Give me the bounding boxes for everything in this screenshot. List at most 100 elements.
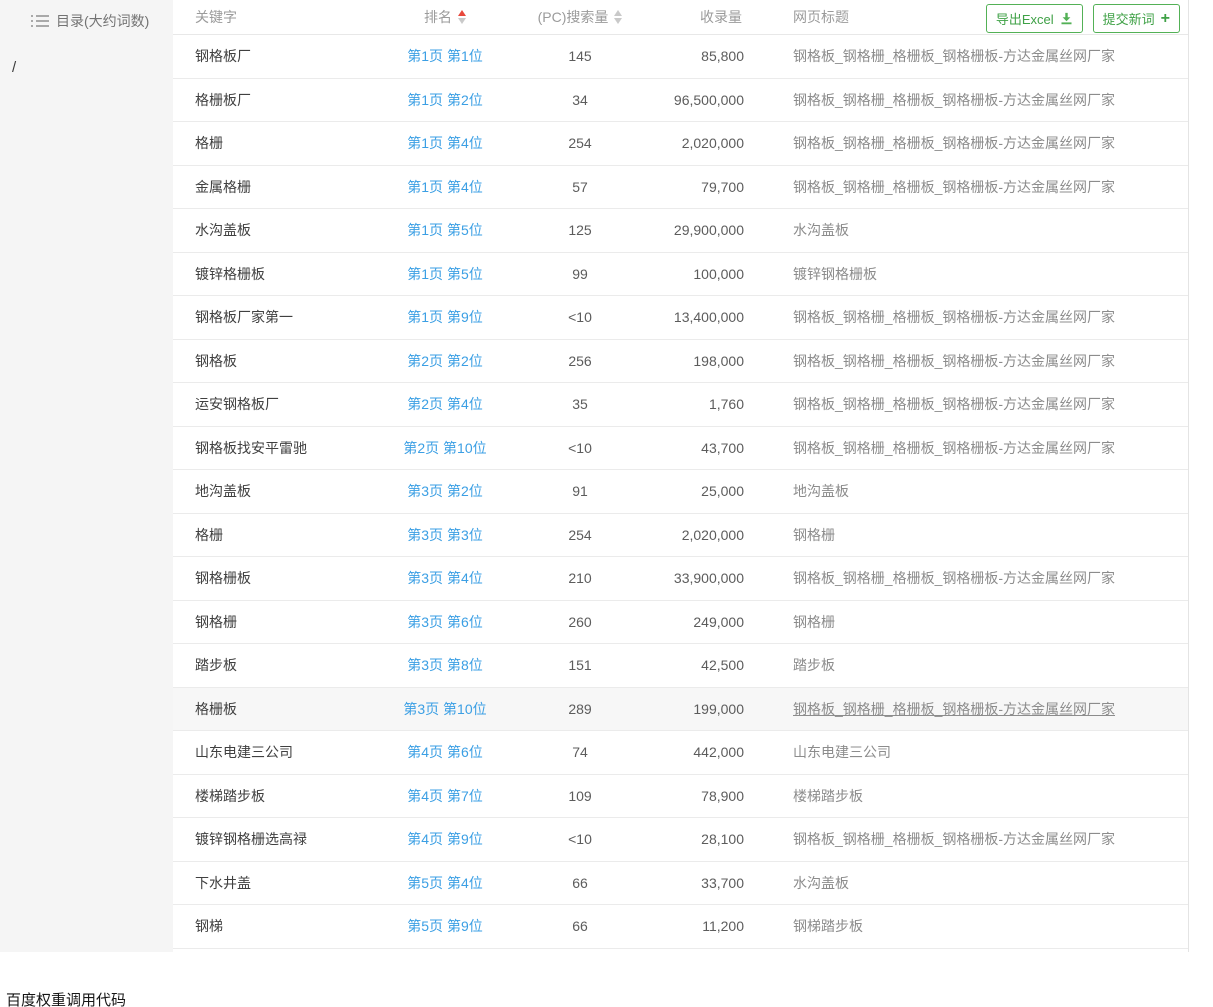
rank-link[interactable]: 第3页 第3位 [385, 525, 505, 545]
rank-link[interactable]: 第1页 第1位 [385, 46, 505, 66]
table-row: 地沟盖板第3页 第2位9125,000地沟盖板 [173, 470, 1188, 514]
rank-link[interactable]: 第1页 第5位 [385, 220, 505, 240]
index-count-cell: 199,000 [655, 701, 750, 717]
rank-link[interactable]: 第1页 第4位 [385, 133, 505, 153]
index-count-cell: 78,900 [655, 788, 750, 804]
search-volume-cell: 256 [505, 353, 655, 369]
index-count-cell: 33,900,000 [655, 570, 750, 586]
page-title-link[interactable]: 水沟盖板 [750, 220, 1188, 240]
search-volume-cell: 99 [505, 266, 655, 282]
table-row: 格栅板第3页 第10位289199,000钢格板_钢格栅_格栅板_钢格栅板-方达… [173, 688, 1188, 732]
table-row: 钢格板厂第1页 第1位14585,800钢格板_钢格栅_格栅板_钢格栅板-方达金… [173, 35, 1188, 79]
index-count-cell: 100,000 [655, 266, 750, 282]
rank-link[interactable]: 第4页 第7位 [385, 786, 505, 806]
rank-link[interactable]: 第1页 第5位 [385, 264, 505, 284]
column-header-rank[interactable]: 排名 [385, 7, 505, 27]
baidu-weight-code-link[interactable]: 百度权重调用代码 [6, 989, 1213, 1007]
page-title-link[interactable]: 水沟盖板 [750, 873, 1188, 893]
sidebar-item-root[interactable]: / [0, 31, 173, 76]
page-title-link[interactable]: 镀锌钢格栅板 [750, 264, 1188, 284]
search-volume-cell: 74 [505, 744, 655, 760]
index-count-cell: 1,760 [655, 396, 750, 412]
search-volume-cell: 260 [505, 614, 655, 630]
page-title-link[interactable]: 钢格板_钢格栅_格栅板_钢格栅板-方达金属丝网厂家 [750, 829, 1188, 849]
search-volume-cell: 125 [505, 222, 655, 238]
table-body: 钢格板厂第1页 第1位14585,800钢格板_钢格栅_格栅板_钢格栅板-方达金… [173, 35, 1188, 949]
keyword-cell: 镀锌格栅板 [173, 264, 385, 284]
sidebar-title: 目录(大约词数) [56, 11, 149, 31]
rank-link[interactable]: 第3页 第2位 [385, 481, 505, 501]
index-count-cell: 85,800 [655, 48, 750, 64]
index-count-cell: 13,400,000 [655, 309, 750, 325]
index-count-cell: 96,500,000 [655, 92, 750, 108]
page-title-link[interactable]: 钢格板_钢格栅_格栅板_钢格栅板-方达金属丝网厂家 [750, 177, 1188, 197]
page-title-link[interactable]: 钢格板_钢格栅_格栅板_钢格栅板-方达金属丝网厂家 [750, 438, 1188, 458]
page-title-link[interactable]: 楼梯踏步板 [750, 786, 1188, 806]
index-count-cell: 442,000 [655, 744, 750, 760]
page-title-link[interactable]: 山东电建三公司 [750, 742, 1188, 762]
export-excel-label: 导出Excel [996, 9, 1054, 28]
search-volume-cell: 35 [505, 396, 655, 412]
table-row: 运安钢格板厂第2页 第4位351,760钢格板_钢格栅_格栅板_钢格栅板-方达金… [173, 383, 1188, 427]
page-title-link[interactable]: 踏步板 [750, 655, 1188, 675]
rank-link[interactable]: 第3页 第6位 [385, 612, 505, 632]
table-row: 楼梯踏步板第4页 第7位10978,900楼梯踏步板 [173, 775, 1188, 819]
search-volume-cell: 210 [505, 570, 655, 586]
keyword-cell: 运安钢格板厂 [173, 394, 385, 414]
keyword-cell: 格栅板厂 [173, 90, 385, 110]
search-volume-cell: 34 [505, 92, 655, 108]
rank-link[interactable]: 第2页 第4位 [385, 394, 505, 414]
rank-link[interactable]: 第1页 第4位 [385, 177, 505, 197]
page-title-link[interactable]: 钢格栅 [750, 525, 1188, 545]
column-header-search-volume[interactable]: (PC)搜索量 [505, 7, 655, 27]
keyword-cell: 钢格板厂家第一 [173, 307, 385, 327]
page-title-link[interactable]: 钢格板_钢格栅_格栅板_钢格栅板-方达金属丝网厂家 [750, 46, 1188, 66]
page-title-link[interactable]: 钢格板_钢格栅_格栅板_钢格栅板-方达金属丝网厂家 [750, 394, 1188, 414]
keyword-cell: 钢格板 [173, 351, 385, 371]
rank-link[interactable]: 第1页 第2位 [385, 90, 505, 110]
page-title-link[interactable]: 钢格板_钢格栅_格栅板_钢格栅板-方达金属丝网厂家 [750, 568, 1188, 588]
rank-link[interactable]: 第2页 第10位 [385, 438, 505, 458]
keyword-cell: 钢格栅板 [173, 568, 385, 588]
rank-link[interactable]: 第5页 第4位 [385, 873, 505, 893]
keyword-cell: 下水井盖 [173, 873, 385, 893]
table-row: 金属格栅第1页 第4位5779,700钢格板_钢格栅_格栅板_钢格栅板-方达金属… [173, 166, 1188, 210]
search-volume-sort[interactable] [614, 10, 622, 24]
rank-link[interactable]: 第3页 第10位 [385, 699, 505, 719]
submit-new-words-button[interactable]: 提交新词 + [1093, 4, 1180, 33]
keyword-cell: 水沟盖板 [173, 220, 385, 240]
page-title-link[interactable]: 钢梯踏步板 [750, 916, 1188, 936]
table-header: 关键字 排名 (PC)搜索量 收录量 网页标题 导出Excel [173, 0, 1188, 35]
search-volume-cell: <10 [505, 440, 655, 456]
rank-sort[interactable] [458, 10, 466, 24]
page-title-link[interactable]: 钢格板_钢格栅_格栅板_钢格栅板-方达金属丝网厂家 [750, 133, 1188, 153]
page-title-link[interactable]: 钢格栅 [750, 612, 1188, 632]
page-title-link[interactable]: 钢格板_钢格栅_格栅板_钢格栅板-方达金属丝网厂家 [750, 699, 1188, 719]
plus-icon: + [1161, 13, 1170, 25]
index-count-cell: 79,700 [655, 179, 750, 195]
page-title-link[interactable]: 地沟盖板 [750, 481, 1188, 501]
rank-link[interactable]: 第3页 第4位 [385, 568, 505, 588]
search-volume-cell: <10 [505, 831, 655, 847]
keyword-cell: 钢格板厂 [173, 46, 385, 66]
rank-link[interactable]: 第3页 第8位 [385, 655, 505, 675]
search-volume-cell: 57 [505, 179, 655, 195]
page-title-link[interactable]: 钢格板_钢格栅_格栅板_钢格栅板-方达金属丝网厂家 [750, 351, 1188, 371]
export-excel-button[interactable]: 导出Excel [986, 4, 1083, 33]
index-count-cell: 42,500 [655, 657, 750, 673]
sidebar-header: 目录(大约词数) [0, 0, 173, 31]
rank-link[interactable]: 第5页 第9位 [385, 916, 505, 936]
keyword-cell: 钢格栅 [173, 612, 385, 632]
app: 目录(大约词数) / 关键字 排名 (PC)搜索量 收录量 网页标题 导出 [0, 0, 1213, 952]
rank-link[interactable]: 第2页 第2位 [385, 351, 505, 371]
rank-link[interactable]: 第4页 第9位 [385, 829, 505, 849]
page-title-link[interactable]: 钢格板_钢格栅_格栅板_钢格栅板-方达金属丝网厂家 [750, 307, 1188, 327]
rank-link[interactable]: 第4页 第6位 [385, 742, 505, 762]
page-title-link[interactable]: 钢格板_钢格栅_格栅板_钢格栅板-方达金属丝网厂家 [750, 90, 1188, 110]
table-row: 钢格板厂家第一第1页 第9位<1013,400,000钢格板_钢格栅_格栅板_钢… [173, 296, 1188, 340]
rank-link[interactable]: 第1页 第9位 [385, 307, 505, 327]
index-count-cell: 43,700 [655, 440, 750, 456]
search-volume-cell: 66 [505, 875, 655, 891]
search-volume-cell: 91 [505, 483, 655, 499]
table-row: 镀锌格栅板第1页 第5位99100,000镀锌钢格栅板 [173, 253, 1188, 297]
